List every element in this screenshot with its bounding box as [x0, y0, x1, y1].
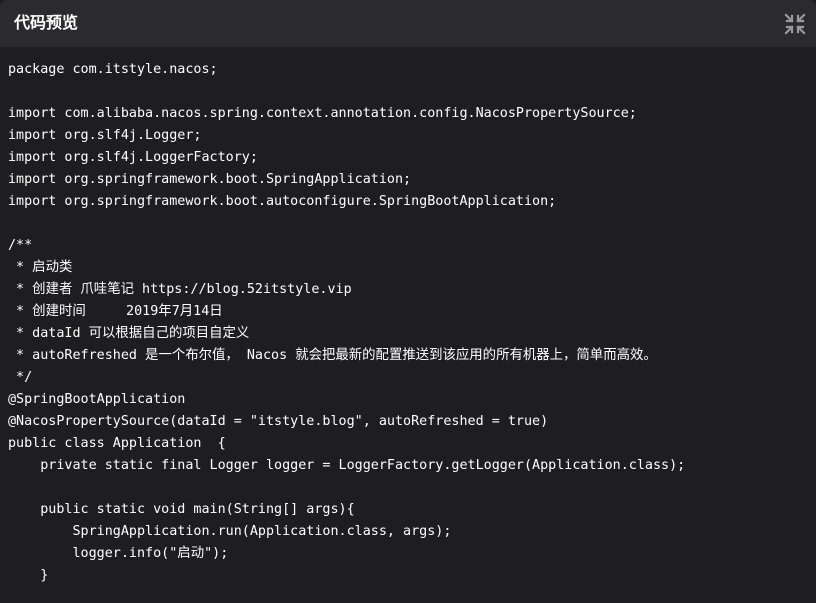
collapse-arrows-icon: [784, 13, 806, 35]
code-line: import org.slf4j.LoggerFactory;: [8, 150, 258, 165]
code-line: @NacosPropertySource(dataId = "itstyle.b…: [8, 414, 549, 429]
code-line: */: [8, 370, 33, 385]
code-line: * autoRefreshed 是一个布尔值， Nacos 就会把最新的配置推送…: [8, 348, 657, 363]
code-line: import com.alibaba.nacos.spring.context.…: [8, 106, 637, 121]
code-line: * 启动类: [8, 260, 73, 275]
code-line: import org.springframework.boot.SpringAp…: [8, 172, 412, 187]
code-line: * 创建时间 2019年7月14日: [8, 304, 223, 319]
code-line: * dataId 可以根据自己的项目自定义: [8, 326, 250, 341]
code-line: public class Application {: [8, 436, 226, 451]
code-line: logger.info("启动");: [8, 546, 229, 561]
code-line: public static void main(String[] args){: [8, 502, 355, 517]
code-preview-window: 代码预览 package com.itstyle.nacos; import c…: [0, 0, 816, 603]
code-line: package com.itstyle.nacos;: [8, 62, 218, 77]
code-preview-header: 代码预览: [0, 0, 816, 47]
code-line: }: [8, 568, 49, 583]
code-block: package com.itstyle.nacos; import com.ali…: [8, 59, 685, 587]
code-line: SpringApplication.run(Application.class,…: [8, 524, 452, 539]
code-line: private static final Logger logger = Log…: [8, 458, 686, 473]
code-line: import org.springframework.boot.autoconf…: [8, 194, 557, 209]
code-line: @SpringBootApplication: [8, 392, 186, 407]
code-preview-title: 代码预览: [14, 13, 79, 32]
code-line: import org.slf4j.Logger;: [8, 128, 202, 143]
code-line: /**: [8, 238, 33, 253]
code-line: * 创建者 爪哇笔记 https://blog.52itstyle.vip: [8, 282, 352, 297]
code-area[interactable]: package com.itstyle.nacos; import com.ali…: [0, 47, 816, 603]
collapse-button[interactable]: [784, 13, 806, 35]
